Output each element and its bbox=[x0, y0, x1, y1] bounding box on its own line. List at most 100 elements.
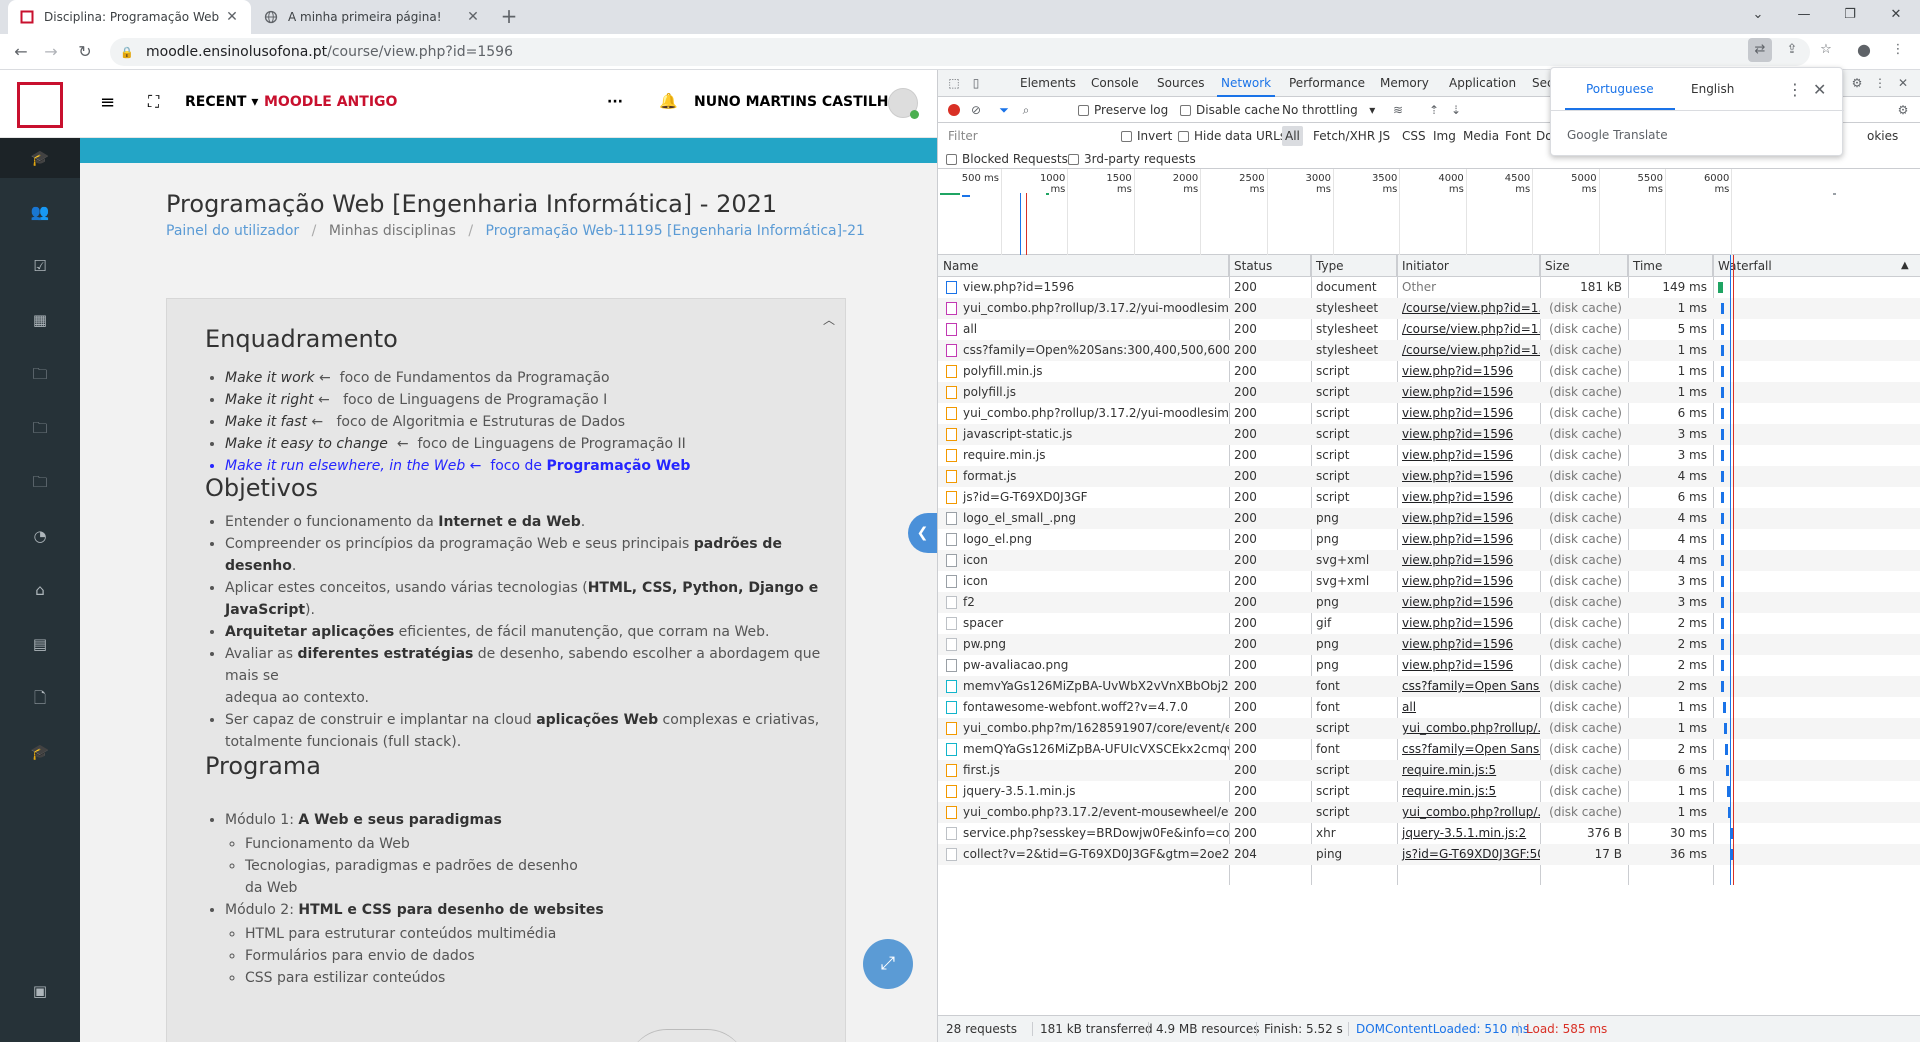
table-row[interactable]: yui_combo.php?rollup/3.17.2/yui-moodlesi… bbox=[938, 298, 1920, 319]
breadcrumb-dashboard[interactable]: Painel do utilizador bbox=[166, 223, 299, 239]
cell-name[interactable]: css?family=Open%20Sans:300,400,500,600,7… bbox=[958, 340, 1229, 361]
cell-name[interactable]: pw-avaliacao.png bbox=[958, 655, 1229, 676]
clear-icon[interactable]: ⊘ bbox=[968, 102, 984, 118]
cell-name[interactable]: collect?v=2&tid=G-T69XD0J3GF&gtm=2oe2g0.… bbox=[958, 844, 1229, 865]
type-filter-media[interactable]: Media bbox=[1460, 126, 1502, 146]
table-row[interactable]: all 200 stylesheet/course/view.php?id=1...… bbox=[938, 319, 1920, 340]
search-icon[interactable]: ⌕ bbox=[1018, 102, 1034, 118]
translate-lang-portuguese[interactable]: Portuguese bbox=[1586, 82, 1654, 96]
fullscreen-icon[interactable]: ⛶ bbox=[148, 92, 159, 112]
close-devtools-icon[interactable]: ✕ bbox=[1895, 75, 1911, 91]
back-icon[interactable]: ← bbox=[9, 40, 33, 64]
cell-initiator[interactable]: css?family=Open Sans:... bbox=[1397, 676, 1540, 697]
inspect-element-icon[interactable]: ⬚ bbox=[946, 75, 962, 91]
more-menu-icon[interactable]: ··· bbox=[607, 94, 623, 110]
cell-initiator[interactable]: view.php?id=1596 bbox=[1397, 403, 1540, 424]
file-icon[interactable]: 🗋 bbox=[0, 678, 80, 718]
minimize-icon[interactable]: — bbox=[1781, 0, 1827, 30]
table-row[interactable]: icon 200 svg+xml view.php?id=1596 (disk cach… bbox=[938, 550, 1920, 571]
cell-name[interactable]: memvYaGs126MiZpBA-UvWbX2vVnXBbObj2O... bbox=[958, 676, 1229, 697]
tab-sources[interactable]: Sources bbox=[1157, 70, 1204, 97]
cell-name[interactable]: all bbox=[958, 319, 1229, 340]
type-filter-img[interactable]: Img bbox=[1430, 126, 1459, 146]
cell-initiator[interactable]: js?id=G-T69XD0J3GF:50 bbox=[1397, 844, 1540, 865]
cell-name[interactable]: logo_el_small_.png bbox=[958, 508, 1229, 529]
sort-ascending-icon[interactable]: ▲ bbox=[1901, 255, 1909, 277]
recent-menu[interactable]: RECENT ▾ bbox=[185, 94, 258, 110]
cell-name[interactable]: fontawesome-webfont.woff2?v=4.7.0 bbox=[958, 697, 1229, 718]
cell-initiator[interactable]: view.php?id=1596 bbox=[1397, 592, 1540, 613]
network-conditions-icon[interactable]: ≋ bbox=[1390, 102, 1406, 118]
menu-hamburger-icon[interactable]: ≡ bbox=[100, 92, 115, 113]
cell-initiator[interactable]: css?family=Open Sans:... bbox=[1397, 739, 1540, 760]
moodle-antigo-link[interactable]: MOODLE ANTIGO bbox=[264, 94, 397, 110]
bookmark-star-icon[interactable]: ☆ bbox=[1814, 38, 1838, 62]
cell-name[interactable]: pw.png bbox=[958, 634, 1229, 655]
address-bar[interactable]: 🔒 moodle.ensinolusofona.pt/course/view.p… bbox=[110, 38, 1810, 66]
type-filter-all[interactable]: All bbox=[1282, 126, 1303, 146]
cell-initiator[interactable]: view.php?id=1596 bbox=[1397, 550, 1540, 571]
forward-icon[interactable]: → bbox=[39, 40, 63, 64]
third-party-checkbox[interactable]: 3rd-party requests bbox=[1068, 152, 1196, 166]
table-row[interactable]: yui_combo.php?rollup/3.17.2/yui-moodlesi… bbox=[938, 403, 1920, 424]
cell-initiator[interactable]: yui_combo.php?rollup/... bbox=[1397, 802, 1540, 823]
tab-performance[interactable]: Performance bbox=[1289, 70, 1365, 97]
table-row[interactable]: yui_combo.php?m/1628591907/core/event/ev… bbox=[938, 718, 1920, 739]
chevron-up-icon[interactable]: ︿ bbox=[823, 311, 835, 328]
type-filter-fetch-xhr[interactable]: Fetch/XHR bbox=[1310, 126, 1378, 146]
column-size[interactable]: Size bbox=[1540, 255, 1628, 277]
cell-initiator[interactable]: Other bbox=[1397, 277, 1540, 298]
cell-name[interactable]: yui_combo.php?3.17.2/event-mousewheel/ev… bbox=[958, 802, 1229, 823]
cell-initiator[interactable]: view.php?id=1596 bbox=[1397, 571, 1540, 592]
export-har-icon[interactable]: ⇣ bbox=[1448, 102, 1464, 118]
cell-name[interactable]: spacer bbox=[958, 613, 1229, 634]
translate-icon[interactable]: ⇄ bbox=[1748, 38, 1772, 62]
close-tab-icon[interactable]: ✕ bbox=[225, 9, 239, 25]
cell-initiator[interactable]: view.php?id=1596 bbox=[1397, 529, 1540, 550]
table-row[interactable]: logo_el_small_.png 200 png view.php?id=1596… bbox=[938, 508, 1920, 529]
tab-network[interactable]: Network bbox=[1216, 70, 1276, 97]
cell-name[interactable]: polyfill.min.js bbox=[958, 361, 1229, 382]
folder-icon[interactable]: 🗀 bbox=[0, 354, 80, 394]
table-row[interactable]: view.php?id=1596 200 document Other 181 kB 14… bbox=[938, 277, 1920, 298]
drawer-toggle-icon[interactable]: ▣ bbox=[0, 971, 80, 1011]
home-icon[interactable]: ⌂ bbox=[0, 570, 80, 610]
column-initiator[interactable]: Initiator bbox=[1397, 255, 1540, 277]
device-toolbar-icon[interactable]: ▯ bbox=[968, 75, 984, 91]
cell-name[interactable]: memQYaGs126MiZpBA-UFUIcVXSCEkx2cmqvXl... bbox=[958, 739, 1229, 760]
cell-initiator[interactable]: view.php?id=1596 bbox=[1397, 382, 1540, 403]
tab-memory[interactable]: Memory bbox=[1380, 70, 1429, 97]
graduation-cap-icon[interactable]: 🎓 bbox=[0, 732, 80, 772]
table-row[interactable]: require.min.js 200 script view.php?id=1596 (… bbox=[938, 445, 1920, 466]
close-tab-icon[interactable]: ✕ bbox=[466, 9, 480, 25]
cell-initiator[interactable]: /course/view.php?id=1... bbox=[1397, 340, 1540, 361]
table-row[interactable]: icon 200 svg+xml view.php?id=1596 (disk cach… bbox=[938, 571, 1920, 592]
tab-elements[interactable]: Elements bbox=[1020, 70, 1076, 97]
cell-initiator[interactable]: jquery-3.5.1.min.js:2 bbox=[1397, 823, 1540, 844]
filter-funnel-icon[interactable]: ⏷ bbox=[996, 102, 1012, 118]
invert-checkbox[interactable]: Invert bbox=[1121, 129, 1172, 143]
user-name[interactable]: NUNO MARTINS CASTILHO bbox=[694, 94, 900, 110]
cell-initiator[interactable]: /course/view.php?id=1... bbox=[1397, 319, 1540, 340]
network-settings-gear-icon[interactable]: ⚙ bbox=[1895, 102, 1911, 118]
cell-initiator[interactable]: view.php?id=1596 bbox=[1397, 508, 1540, 529]
cell-initiator[interactable]: view.php?id=1596 bbox=[1397, 655, 1540, 676]
table-row[interactable]: polyfill.min.js 200 script view.php?id=1596… bbox=[938, 361, 1920, 382]
reload-icon[interactable]: ↻ bbox=[73, 40, 97, 64]
cell-initiator[interactable]: view.php?id=1596 bbox=[1397, 613, 1540, 634]
restore-icon[interactable]: ❐ bbox=[1827, 0, 1873, 30]
cell-initiator[interactable]: require.min.js:5 bbox=[1397, 781, 1540, 802]
column-waterfall[interactable]: Waterfall bbox=[1713, 255, 1920, 277]
cell-name[interactable]: polyfill.js bbox=[958, 382, 1229, 403]
tab-search-icon[interactable]: ⌄ bbox=[1735, 0, 1781, 30]
table-row[interactable]: javascript-static.js 200 script view.php?id… bbox=[938, 424, 1920, 445]
cell-name[interactable]: icon bbox=[958, 571, 1229, 592]
folder-icon[interactable]: 🗀 bbox=[0, 462, 80, 502]
cell-name[interactable]: format.js bbox=[958, 466, 1229, 487]
new-tab-button[interactable]: + bbox=[498, 6, 520, 28]
cell-name[interactable]: view.php?id=1596 bbox=[958, 277, 1229, 298]
users-icon[interactable]: 👥 bbox=[0, 192, 80, 232]
throttling-select[interactable]: No throttling ▾ bbox=[1282, 103, 1375, 117]
type-filter-font[interactable]: Font bbox=[1502, 126, 1534, 146]
check-square-icon[interactable]: ☑ bbox=[0, 246, 80, 286]
